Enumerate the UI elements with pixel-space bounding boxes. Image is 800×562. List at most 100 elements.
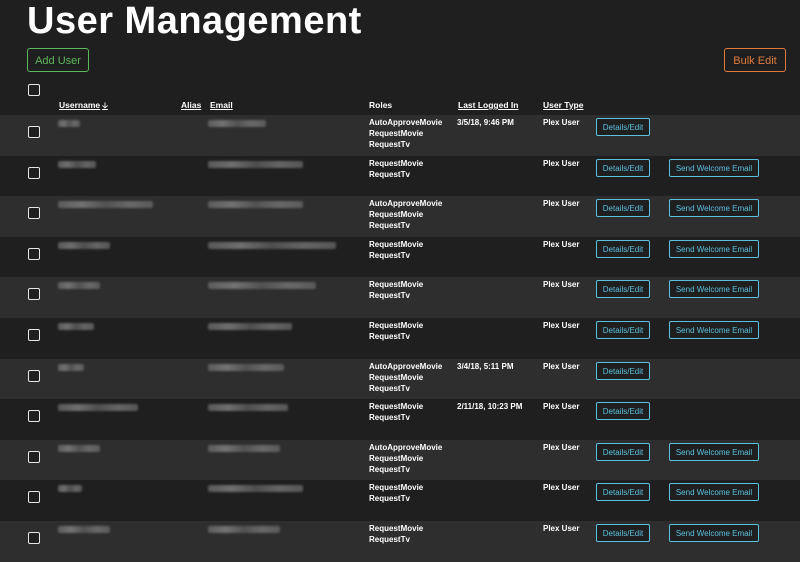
- role-item: RequestTv: [369, 291, 410, 301]
- row-checkbox[interactable]: [28, 531, 40, 544]
- row-checkbox[interactable]: [28, 328, 40, 341]
- send-welcome-email-button[interactable]: Send Welcome Email: [669, 280, 759, 299]
- details-edit-button[interactable]: Details/Edit: [596, 280, 650, 299]
- table-row: AutoApproveMovie RequestMovie RequestTv 3/4…: [0, 358, 800, 400]
- row-checkbox[interactable]: [28, 410, 40, 423]
- roles-cell: AutoApproveMovie RequestMovie RequestTv: [369, 361, 442, 394]
- table-row: AutoApproveMovie RequestMovie RequestTv Ple…: [0, 196, 800, 237]
- arrow-down-icon: 🡣: [102, 101, 108, 110]
- role-item: RequestTv: [369, 221, 410, 231]
- details-edit-button[interactable]: Details/Edit: [596, 442, 650, 461]
- row-checkbox[interactable]: [28, 369, 40, 382]
- details-edit-button[interactable]: Details/Edit: [596, 199, 650, 218]
- username-redacted: [58, 485, 82, 493]
- table-row: RequestMovie RequestTv 2/11/18, 10:23 PM Pl…: [0, 399, 800, 440]
- roles-cell: RequestMovie RequestTv: [369, 239, 423, 261]
- row-checkbox[interactable]: [28, 207, 40, 220]
- roles-cell: RequestMovie RequestTv: [369, 279, 423, 301]
- roles-cell: RequestMovie RequestTv: [369, 482, 423, 504]
- email-redacted: [208, 160, 303, 168]
- roles-cell: RequestMovie RequestTv: [369, 523, 423, 545]
- role-item: RequestMovie: [369, 129, 424, 138]
- role-item: RequestTv: [369, 250, 410, 260]
- role-item: AutoApproveMovie: [369, 442, 443, 452]
- last-logged-in-cell: 2/11/18, 10:23 PM: [457, 402, 523, 412]
- role-item: RequestMovie: [369, 280, 424, 290]
- role-item: RequestMovie: [369, 523, 424, 533]
- bulk-edit-button[interactable]: Bulk Edit: [724, 48, 786, 72]
- role-item: RequestTv: [369, 140, 410, 149]
- email-redacted: [208, 241, 336, 249]
- send-welcome-email-button[interactable]: Send Welcome Email: [669, 158, 759, 177]
- role-item: RequestTv: [369, 331, 410, 341]
- last-logged-in-cell: 3/4/18, 5:11 PM: [457, 361, 514, 371]
- role-item: RequestMovie: [369, 320, 424, 330]
- email-redacted: [208, 201, 303, 209]
- send-welcome-email-button[interactable]: Send Welcome Email: [669, 239, 759, 258]
- details-edit-button[interactable]: Details/Edit: [596, 239, 650, 258]
- email-redacted: [208, 322, 292, 330]
- role-item: RequestTv: [369, 413, 410, 423]
- username-redacted: [58, 322, 94, 330]
- header-email[interactable]: Email: [210, 100, 233, 110]
- role-item: AutoApproveMovie: [369, 361, 443, 371]
- email-redacted: [208, 404, 288, 412]
- roles-cell: RequestMovie RequestTv: [369, 320, 423, 342]
- email-redacted: [208, 485, 303, 493]
- details-edit-button[interactable]: Details/Edit: [596, 483, 650, 502]
- row-checkbox[interactable]: [28, 126, 40, 138]
- header-roles: Roles: [369, 100, 393, 110]
- header-username[interactable]: Username 🡣: [59, 100, 108, 114]
- add-user-button[interactable]: Add User: [27, 48, 89, 72]
- email-redacted: [208, 120, 266, 127]
- role-item: AutoApproveMovie: [369, 199, 443, 209]
- role-item: RequestTv: [369, 383, 410, 393]
- username-redacted: [58, 444, 100, 452]
- header-user-type[interactable]: User Type: [543, 100, 583, 110]
- send-welcome-email-button[interactable]: Send Welcome Email: [669, 199, 759, 218]
- row-checkbox[interactable]: [28, 450, 40, 463]
- user-type-cell: Plex User: [543, 199, 580, 209]
- row-checkbox[interactable]: [28, 288, 40, 301]
- header-last-logged-in[interactable]: Last Logged In: [458, 100, 518, 110]
- role-item: RequestMovie: [369, 453, 424, 463]
- details-edit-button[interactable]: Details/Edit: [596, 523, 650, 542]
- row-checkbox[interactable]: [28, 247, 40, 260]
- details-edit-button[interactable]: Details/Edit: [596, 158, 650, 177]
- email-redacted: [208, 525, 280, 533]
- user-type-cell: Plex User: [543, 442, 580, 452]
- role-item: RequestMovie: [369, 158, 424, 168]
- role-item: RequestMovie: [369, 210, 424, 220]
- table-row: AutoApproveMovie RequestMovie RequestTv Ple…: [0, 439, 800, 481]
- header-alias[interactable]: Alias: [181, 100, 201, 110]
- user-type-cell: Plex User: [543, 239, 580, 249]
- roles-cell: RequestMovie RequestTv: [369, 401, 423, 423]
- username-redacted: [58, 160, 96, 168]
- select-all-checkbox[interactable]: [28, 84, 40, 96]
- row-checkbox[interactable]: [28, 491, 40, 504]
- username-redacted: [58, 404, 138, 412]
- username-redacted: [58, 282, 100, 290]
- details-edit-button[interactable]: Details/Edit: [596, 118, 650, 136]
- role-item: RequestTv: [369, 534, 410, 544]
- user-type-cell: Plex User: [543, 402, 580, 412]
- table-row: RequestMovie RequestTv Plex User Details/Ed…: [0, 237, 800, 278]
- email-redacted: [208, 363, 284, 371]
- roles-cell: AutoApproveMovie RequestMovie RequestTv: [369, 117, 442, 150]
- send-welcome-email-button[interactable]: Send Welcome Email: [669, 320, 759, 339]
- page-title: User Management: [27, 0, 362, 42]
- send-welcome-email-button[interactable]: Send Welcome Email: [669, 483, 759, 502]
- header-username-label: Username: [59, 100, 101, 110]
- row-checkbox[interactable]: [28, 166, 40, 179]
- send-welcome-email-button[interactable]: Send Welcome Email: [669, 442, 759, 461]
- user-type-cell: Plex User: [543, 118, 580, 127]
- last-logged-in-cell: 3/5/18, 9:46 PM: [457, 118, 514, 127]
- username-redacted: [58, 201, 153, 209]
- user-type-cell: Plex User: [543, 280, 580, 290]
- send-welcome-email-button[interactable]: Send Welcome Email: [669, 523, 759, 542]
- details-edit-button[interactable]: Details/Edit: [596, 402, 650, 421]
- table-row: RequestMovie RequestTv Plex User Details/Ed…: [0, 156, 800, 197]
- user-type-cell: Plex User: [543, 320, 580, 330]
- details-edit-button[interactable]: Details/Edit: [596, 320, 650, 339]
- details-edit-button[interactable]: Details/Edit: [596, 361, 650, 380]
